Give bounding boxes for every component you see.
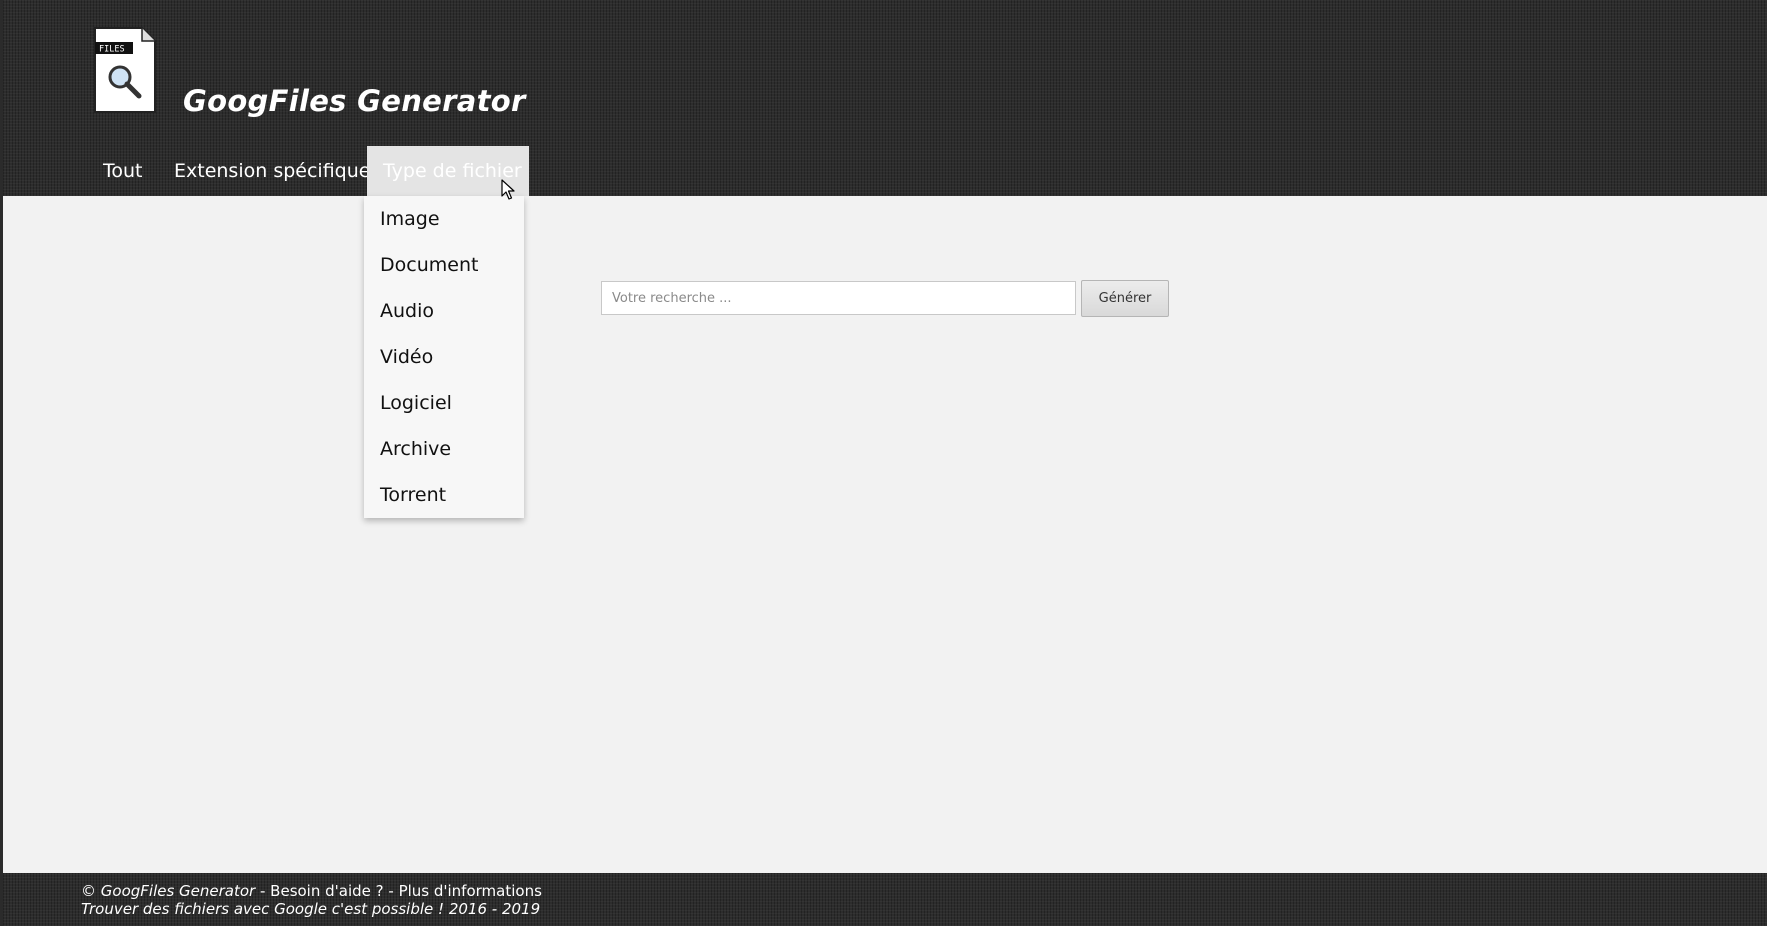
- file-search-logo-icon[interactable]: FILES: [92, 26, 158, 114]
- nav-extension-specifique[interactable]: Extension spécifique: [174, 146, 370, 196]
- dropdown-item-document[interactable]: Document: [380, 252, 478, 278]
- footer-separator: -: [255, 882, 271, 900]
- help-link[interactable]: Besoin d'aide ?: [270, 882, 383, 900]
- dropdown-item-torrent[interactable]: Torrent: [380, 482, 446, 508]
- footer-tagline: Trouver des fichiers avec Google c'est p…: [81, 900, 541, 918]
- generate-button[interactable]: Générer: [1081, 280, 1169, 317]
- nav-tout[interactable]: Tout: [103, 146, 143, 196]
- site-title[interactable]: GoogFiles Generator: [183, 84, 526, 118]
- dropdown-item-video[interactable]: Vidéo: [380, 344, 433, 370]
- dropdown-item-audio[interactable]: Audio: [380, 298, 434, 324]
- footer-copyright: © GoogFiles Generator: [81, 882, 256, 900]
- search-input[interactable]: [601, 281, 1076, 315]
- more-info-link[interactable]: Plus d'informations: [399, 882, 542, 900]
- footer-separator: -: [383, 882, 399, 900]
- dropdown-item-archive[interactable]: Archive: [380, 436, 451, 462]
- dropdown-item-image[interactable]: Image: [380, 206, 440, 232]
- mouse-pointer-icon: [501, 179, 515, 200]
- file-type-dropdown-menu: Image Document Audio Vidéo Logiciel Arch…: [364, 196, 524, 518]
- site-footer: © GoogFiles Generator - Besoin d'aide ? …: [3, 873, 1767, 926]
- dropdown-item-logiciel[interactable]: Logiciel: [380, 390, 452, 416]
- footer-links-line: © GoogFiles Generator - Besoin d'aide ? …: [81, 882, 542, 900]
- logo-files-label: FILES: [99, 45, 125, 55]
- site-header: FILES GoogFiles Generator Tout Extension…: [3, 0, 1767, 196]
